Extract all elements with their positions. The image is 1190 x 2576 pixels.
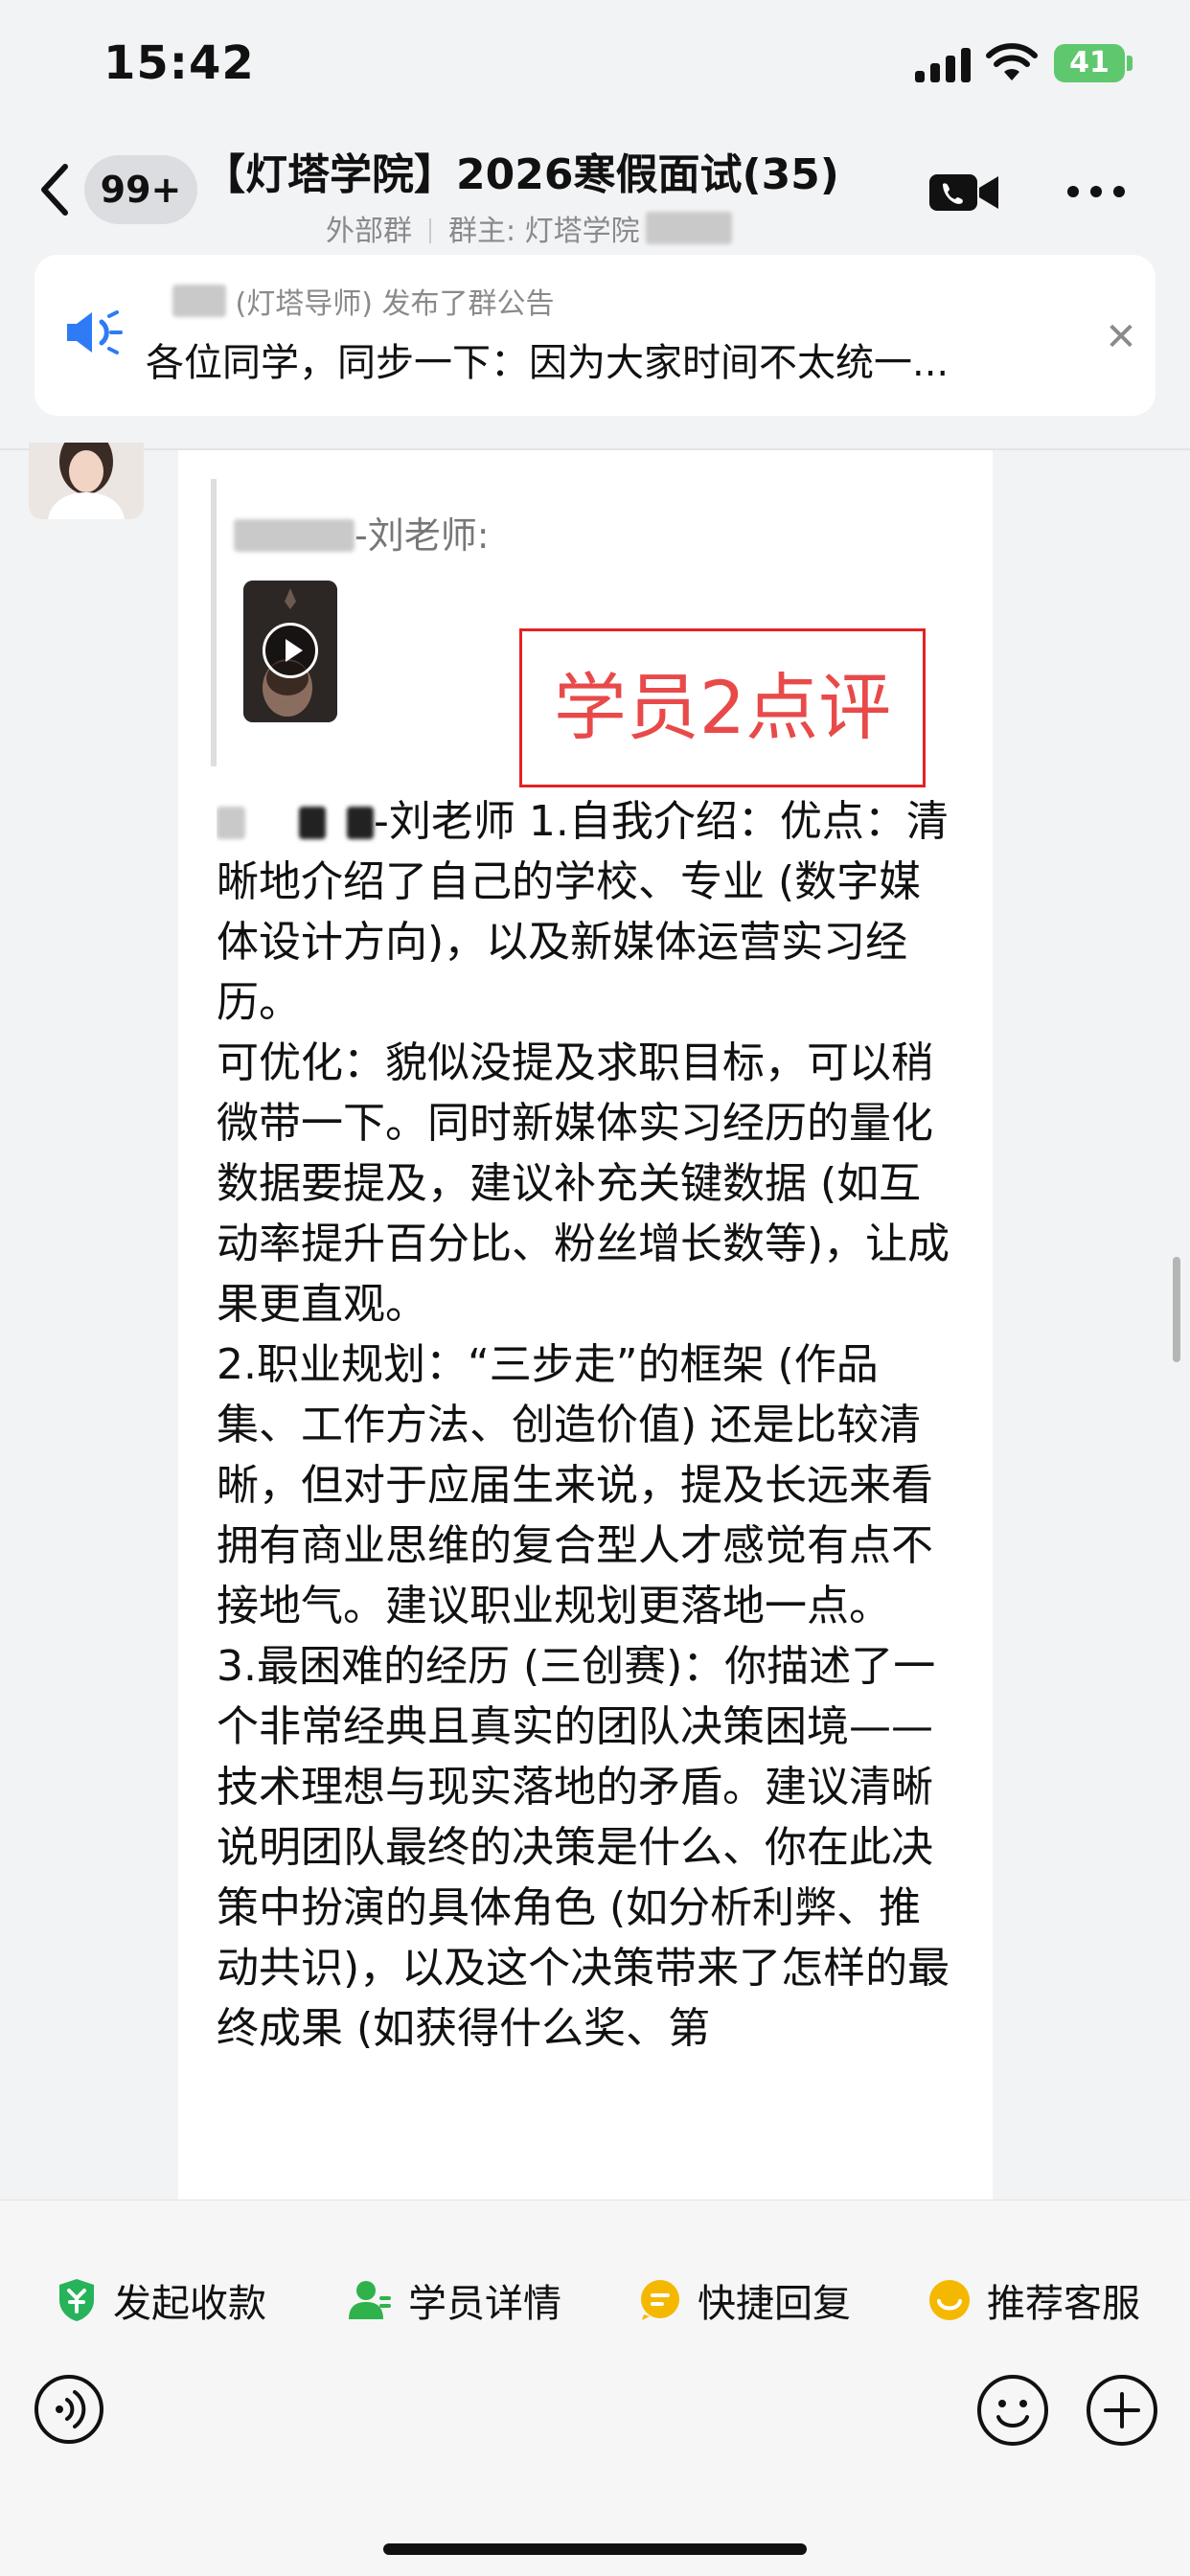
student-details-button[interactable]: 学员详情: [347, 2273, 561, 2327]
announcement-meta: (灯塔导师) 发布了群公告: [172, 280, 555, 322]
cellular-signal-icon: [915, 48, 973, 82]
sender-tag-label: -刘老师: [374, 797, 515, 846]
payment-shield-icon: [59, 2279, 94, 2321]
chat-subtitle: 外部群 群主: 灯塔学院: [326, 207, 732, 249]
unread-count-badge[interactable]: 99+: [84, 155, 197, 224]
chat-title[interactable]: 【灯塔学院】2026寒假面试(35): [203, 140, 893, 201]
group-type-label: 外部群: [326, 215, 412, 248]
add-icon[interactable]: [1085, 2373, 1159, 2448]
redacted-name: [217, 807, 245, 839]
annotation-label: 学员2点评: [553, 665, 892, 750]
redacted-name: [299, 807, 326, 839]
video-thumbnail[interactable]: [243, 581, 337, 722]
smiley-service-icon: [929, 2280, 970, 2320]
wifi-icon: [986, 43, 1038, 80]
announcement-text: 各位同学，同步一下：因为大家时间不太统一...: [146, 341, 950, 385]
quick-reply-button[interactable]: 快捷回复: [638, 2273, 851, 2327]
video-call-icon[interactable]: [927, 169, 1000, 217]
sender-avatar[interactable]: [29, 443, 144, 519]
announcement-meta-text: (灯塔导师) 发布了群公告: [235, 287, 555, 321]
play-icon[interactable]: [263, 623, 318, 678]
battery-indicator: 41: [1054, 44, 1125, 82]
redacted-name: [234, 519, 355, 552]
initiate-payment-button[interactable]: 发起收款: [56, 2273, 266, 2327]
redacted-name: [645, 212, 732, 244]
sender-tag: -刘老师: [217, 797, 515, 846]
home-indicator[interactable]: [383, 2543, 807, 2555]
message-text: -刘老师 1.自我介绍：优点：清晰地介绍了自己的学校、专业 (数字媒体设计方向)…: [217, 791, 954, 2203]
student-details-label: 学员详情: [408, 2282, 561, 2326]
more-options-icon[interactable]: [1065, 184, 1127, 199]
group-owner-label: 群主: 灯塔学院: [448, 215, 640, 248]
user-icon: [349, 2281, 391, 2319]
payment-label: 发起收款: [113, 2282, 266, 2326]
back-button[interactable]: [34, 161, 77, 218]
scrollbar[interactable]: [1173, 1257, 1180, 1362]
quote-author-label: -刘老师:: [355, 514, 490, 557]
recommend-service-label: 推荐客服: [987, 2282, 1140, 2326]
bottom-toolbar: 发起收款 学员详情 快捷回复 推荐客服: [0, 2200, 1190, 2576]
close-icon[interactable]: ✕: [1098, 314, 1144, 360]
message-body: 1.自我介绍：优点：清晰地介绍了自己的学校、专业 (数字媒体设计方向)，以及新媒…: [217, 797, 950, 2053]
status-time: 15:42: [103, 36, 255, 90]
quote-bar: [211, 479, 217, 766]
group-announcement-banner[interactable]: (灯塔导师) 发布了群公告 各位同学，同步一下：因为大家时间不太统一... ✕: [34, 255, 1156, 416]
emoji-icon[interactable]: [975, 2373, 1050, 2448]
annotation-box: 学员2点评: [519, 628, 926, 787]
battery-cap: [1127, 56, 1133, 71]
recommend-service-button[interactable]: 推荐客服: [927, 2273, 1140, 2327]
redacted-name: [172, 285, 226, 317]
megaphone-icon: [67, 310, 123, 354]
quick-reply-icon: [641, 2280, 679, 2320]
voice-input-icon[interactable]: [33, 2373, 105, 2446]
quick-reply-label: 快捷回复: [698, 2282, 851, 2326]
redacted-name: [347, 807, 374, 839]
quote-author: -刘老师:: [234, 506, 490, 559]
